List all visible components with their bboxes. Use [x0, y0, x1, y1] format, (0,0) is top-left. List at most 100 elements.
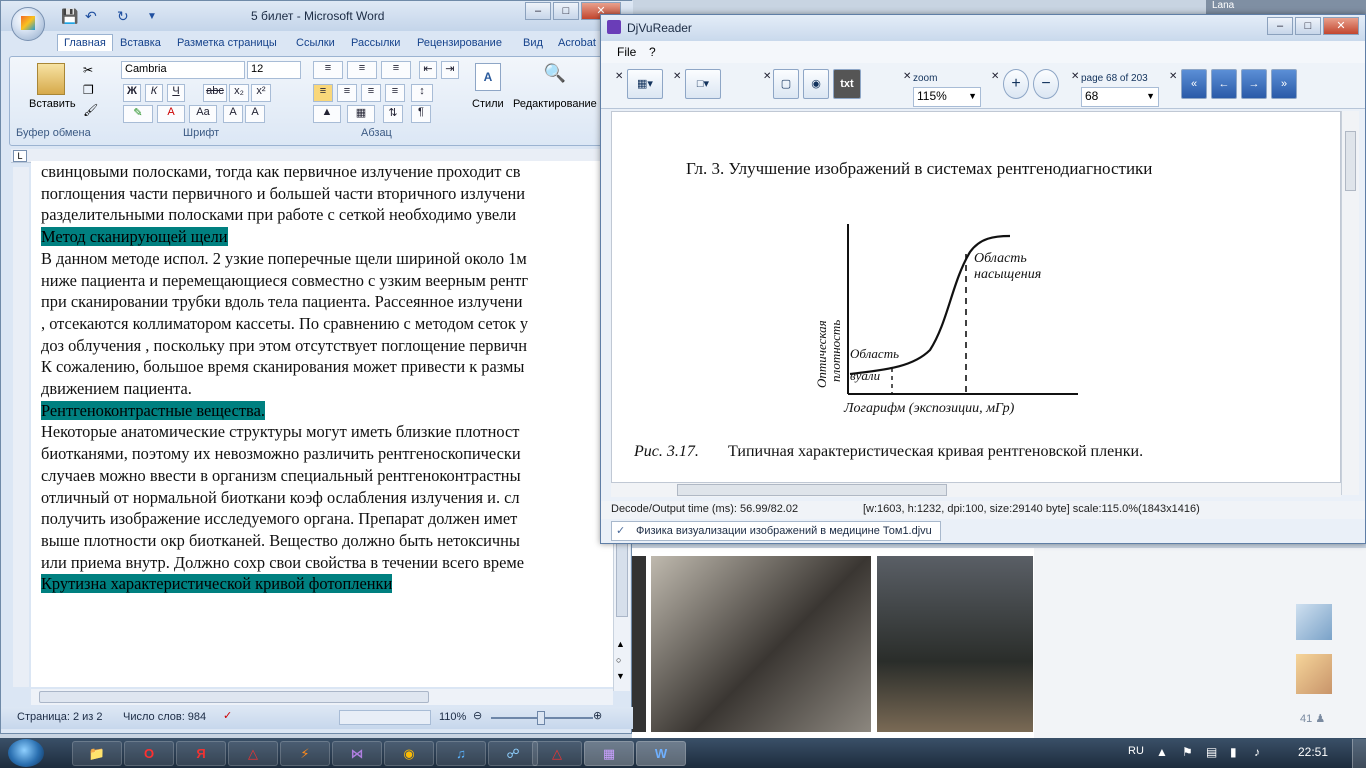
text-mode-button[interactable]: txt	[833, 69, 861, 99]
close-toolbar-icon[interactable]: ✕	[673, 71, 681, 82]
taskbar-vs[interactable]: ⋈	[332, 741, 382, 766]
paste-button[interactable]: Вставить	[29, 98, 76, 110]
grow-font-button[interactable]: A	[223, 105, 243, 123]
last-page-button[interactable]: »	[1271, 69, 1297, 99]
document-line[interactable]: движением пациента.	[41, 378, 528, 400]
editing-button[interactable]: Редактирование	[513, 98, 597, 110]
network-tray-icon[interactable]: ▤	[1206, 745, 1217, 759]
taskbar-network[interactable]: ☍	[488, 741, 538, 766]
shading-button[interactable]: ▲	[313, 105, 341, 123]
zoom-out-button[interactable]: −	[1033, 69, 1059, 99]
scroll-thumb[interactable]	[677, 484, 947, 496]
taskbar-itunes[interactable]: ♫	[436, 741, 486, 766]
italic-button[interactable]: К	[145, 84, 163, 102]
flag-icon[interactable]: ⚑	[1182, 745, 1193, 759]
font-name-select[interactable]: Cambria	[121, 61, 245, 79]
clock[interactable]: 22:51	[1298, 745, 1328, 759]
document-line[interactable]: при сканировании трубки вдоль тела пацие…	[41, 291, 528, 313]
close-toolbar-icon[interactable]: ✕	[903, 71, 911, 82]
document-line[interactable]: Некоторые анатомические структуры могут …	[41, 421, 528, 443]
document-line[interactable]: В данном методе испол. 2 узкие поперечны…	[41, 248, 528, 270]
friends-count[interactable]: 41 ♟	[1300, 712, 1325, 725]
tab-review[interactable]: Рецензирование	[417, 37, 502, 49]
language-indicator[interactable]: RU	[1128, 745, 1144, 757]
tab-home[interactable]: Главная	[57, 34, 113, 51]
first-page-button[interactable]: «	[1181, 69, 1207, 99]
taskbar-yandex[interactable]: Я	[176, 741, 226, 766]
multilevel-list-button[interactable]: ≡	[381, 61, 411, 79]
tab-acrobat[interactable]: Acrobat	[558, 37, 596, 49]
show-hidden-icons-icon[interactable]: ▲	[1156, 745, 1168, 759]
bold-button[interactable]: Ж	[123, 84, 141, 102]
photo-performer[interactable]	[877, 556, 1033, 732]
taskbar-acrobat[interactable]: △	[228, 741, 278, 766]
document-line[interactable]: получить изображение исследуемого органа…	[41, 508, 528, 530]
strikethrough-button[interactable]: abc	[203, 84, 227, 102]
document-line[interactable]: свинцовыми полосками, тогда как первично…	[41, 161, 528, 183]
djvu-page-view[interactable]: Гл. 3. Улучшение изображений в системах …	[611, 111, 1341, 483]
page-layout-button[interactable]: ▦▾	[627, 69, 663, 99]
djvu-horizontal-scrollbar[interactable]	[611, 483, 1341, 497]
browse-object-icon[interactable]: ○	[616, 655, 621, 665]
taskbar-opera[interactable]: O	[124, 741, 174, 766]
power-icon[interactable]: ▮	[1230, 745, 1237, 759]
page-select[interactable]: 68 ▼	[1081, 87, 1159, 107]
document-line[interactable]: отличный от нормальной биоткани коэф осл…	[41, 487, 528, 509]
scroll-thumb[interactable]	[39, 691, 429, 703]
document-line[interactable]: ниже пациента и перемещающиеся совместно…	[41, 270, 528, 292]
sort-button[interactable]: ⇅	[383, 105, 403, 123]
align-right-button[interactable]: ≡	[361, 84, 381, 102]
document-heading[interactable]: Рентгеноконтрастные вещества.	[41, 400, 528, 422]
view-buttons[interactable]	[339, 710, 431, 725]
document-line[interactable]: выше плотности окр биотканей. Вещество д…	[41, 530, 528, 552]
start-button[interactable]	[8, 739, 44, 767]
tab-selector[interactable]: L	[13, 150, 27, 162]
superscript-button[interactable]: x²	[251, 84, 271, 102]
bullets-button[interactable]: ≡	[313, 61, 343, 79]
page-count[interactable]: Страница: 2 из 2	[17, 711, 103, 723]
document-body[interactable]: свинцовыми полосками, тогда как первично…	[41, 161, 528, 595]
zoom-level[interactable]: 110%	[439, 711, 466, 723]
taskbar-word[interactable]: W	[636, 741, 686, 766]
volume-icon[interactable]: ♪	[1254, 745, 1260, 759]
zoom-select[interactable]: 115% ▼	[913, 87, 981, 107]
photo-thumbnail[interactable]	[632, 556, 646, 732]
next-page-icon[interactable]: ▼	[616, 671, 625, 681]
tab-insert[interactable]: Вставка	[120, 37, 161, 49]
borders-button[interactable]: ▦	[347, 105, 375, 123]
justify-button[interactable]: ≡	[385, 84, 405, 102]
redo-icon[interactable]: ↻	[117, 8, 129, 25]
menu-file[interactable]: File	[617, 45, 636, 59]
document-line[interactable]: , отсекаются коллиматором кассеты. По ср…	[41, 313, 528, 335]
show-desktop-button[interactable]	[1352, 739, 1366, 768]
align-center-button[interactable]: ≡	[337, 84, 357, 102]
highlight-color-button[interactable]: ✎	[123, 105, 153, 123]
page-mode-button[interactable]: □▾	[685, 69, 721, 99]
subscript-button[interactable]: x₂	[229, 84, 249, 102]
close-toolbar-icon[interactable]: ✕	[1071, 71, 1079, 82]
minimize-button[interactable]: –	[525, 2, 551, 20]
friend-avatar[interactable]	[1296, 654, 1332, 694]
styles-icon[interactable]: A	[475, 63, 501, 91]
minimize-button[interactable]: –	[1267, 17, 1293, 35]
friend-avatar[interactable]	[1296, 604, 1332, 640]
zoom-in-icon[interactable]: ⊕	[593, 709, 602, 722]
user-name[interactable]: Lana	[1212, 0, 1234, 11]
document-heading[interactable]: Метод сканирующей щели	[41, 226, 528, 248]
binoculars-icon[interactable]: 🔍	[543, 63, 567, 87]
close-button[interactable]: ✕	[1323, 17, 1359, 35]
prev-page-button[interactable]: ←	[1211, 69, 1237, 99]
horizontal-scrollbar[interactable]	[31, 689, 613, 705]
word-count[interactable]: Число слов: 984	[123, 711, 206, 723]
document-heading[interactable]: Крутизна характеристической кривой фотоп…	[41, 573, 528, 595]
close-toolbar-icon[interactable]: ✕	[763, 71, 771, 82]
change-case-button[interactable]: Aa	[189, 105, 217, 123]
shrink-font-button[interactable]: A	[245, 105, 265, 123]
next-page-button[interactable]: →	[1241, 69, 1267, 99]
font-size-select[interactable]: 12	[247, 61, 301, 79]
document-line[interactable]: доз облучения , поскольку при этом отсут…	[41, 335, 528, 357]
zoom-slider-thumb[interactable]	[537, 711, 545, 725]
photo-guitarist[interactable]	[651, 556, 871, 732]
document-line[interactable]: К сожалению, большое время сканирования …	[41, 356, 528, 378]
taskbar-winamp[interactable]: ⚡	[280, 741, 330, 766]
